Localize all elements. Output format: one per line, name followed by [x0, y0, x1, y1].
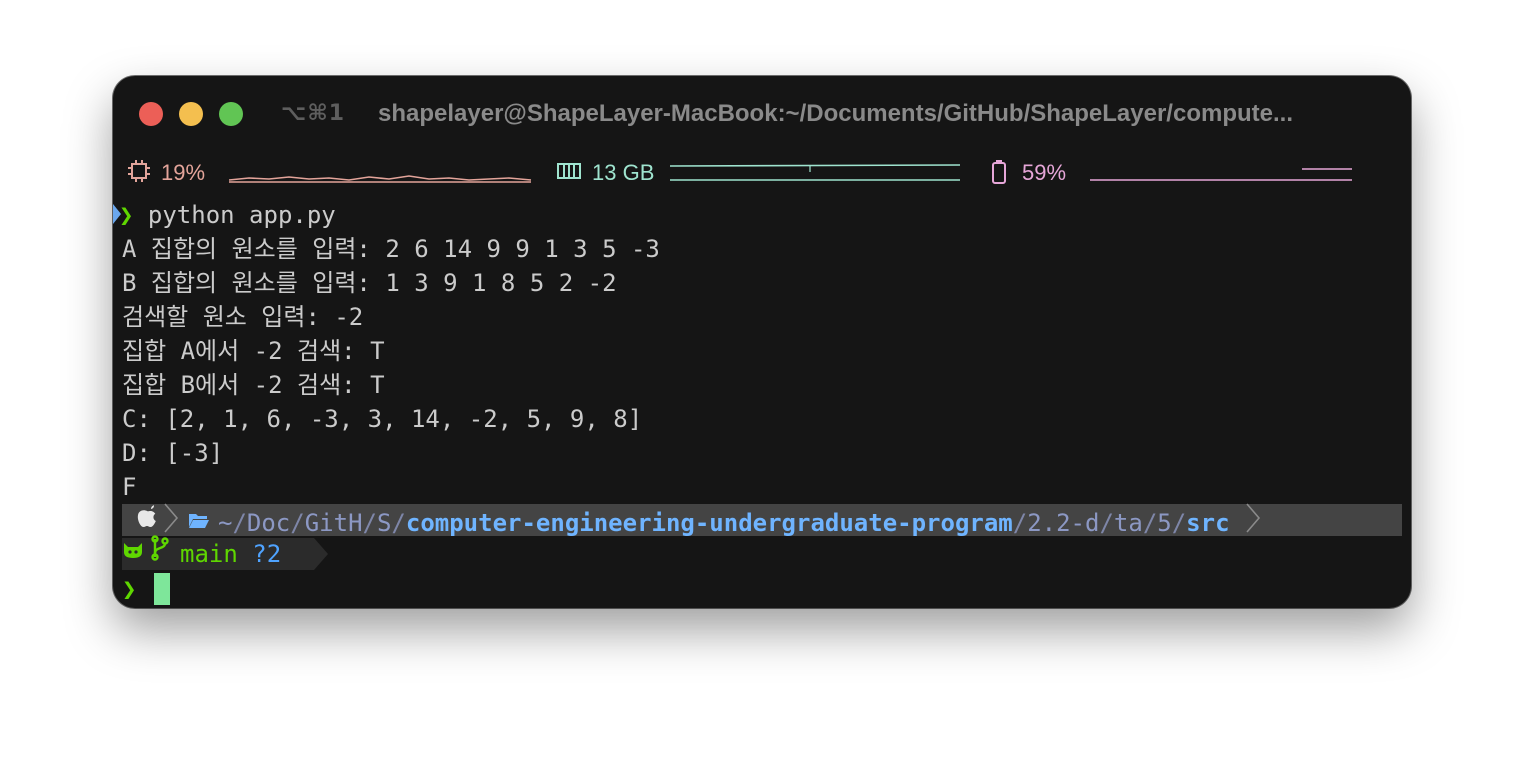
output-line: C: [2, 1, 6, -3, 3, 14, -2, 5, 9, 8] [122, 405, 643, 433]
output-line: D: [-3] [122, 439, 224, 467]
zoom-button[interactable] [219, 102, 243, 126]
output-line: F [122, 473, 137, 501]
git-status-bar: main ?2 [122, 535, 314, 570]
memory-sparkline [670, 164, 961, 181]
text-cursor[interactable] [154, 573, 170, 605]
git-status-bar-tip [314, 538, 328, 570]
memory-icon [556, 159, 582, 189]
prompt-caret: ❯ [122, 575, 137, 603]
path-segment: 5 [1157, 509, 1172, 537]
output-line: B 집합의 원소를 입력: 1 3 9 1 8 5 2 -2 [122, 269, 617, 297]
prompt-segment-marker [113, 204, 121, 224]
chevron-right-icon [1244, 502, 1268, 542]
battery-sparkline [1090, 168, 1352, 181]
apple-icon [136, 505, 162, 537]
output-line: 검색할 원소 입력: -2 [122, 303, 364, 331]
git-branch-name: main [180, 540, 238, 568]
path-segment: GitH [304, 509, 363, 537]
minimize-button[interactable] [179, 102, 203, 126]
path-segment: S [376, 509, 392, 537]
status-bar: 19% 13 GB 59% [113, 156, 1411, 188]
input-prompt: ❯ [122, 573, 136, 607]
github-cat-icon [122, 536, 150, 568]
title-bar: ⌥⌘1 shapelayer@ShapeLayer-MacBook:~/Docu… [113, 76, 1411, 152]
cpu-usage: 19% [161, 160, 206, 185]
path-segment: 2.2-d [1027, 509, 1100, 537]
command-line: ❯ python app.py [113, 198, 336, 232]
path-segment: Doc [246, 509, 291, 537]
command-text: python app.py [147, 201, 336, 229]
path-segment: ta [1113, 509, 1143, 537]
window-title: shapelayer@ShapeLayer-MacBook:~/Document… [378, 100, 1293, 127]
memory-usage: 13 GB [592, 160, 655, 185]
terminal-window: ⌥⌘1 shapelayer@ShapeLayer-MacBook:~/Docu… [113, 76, 1411, 608]
battery-level: 59% [1022, 160, 1067, 185]
output-line: 집합 B에서 -2 검색: T [122, 371, 385, 399]
cpu-icon [127, 159, 151, 189]
git-branch-icon [150, 535, 180, 569]
prompt-path-bar: ~/Doc/GitH/S/computer-engineering-underg… [122, 503, 1402, 537]
folder-icon [188, 505, 218, 537]
window-shortcut: ⌥⌘1 [281, 101, 346, 126]
prompt-caret: ❯ [119, 201, 134, 229]
cpu-sparkline [229, 175, 532, 183]
output-line: 집합 A에서 -2 검색: T [122, 337, 385, 365]
path-current: src [1186, 509, 1230, 537]
path-home: ~ [218, 509, 233, 537]
battery-icon [990, 159, 1008, 191]
git-untracked-count: ?2 [252, 540, 282, 568]
close-button[interactable] [139, 102, 163, 126]
path-segment-anchor: computer-engineering-undergraduate-progr… [405, 509, 1013, 537]
output-line: A 집합의 원소를 입력: 2 6 14 9 9 1 3 5 -3 [122, 235, 660, 263]
